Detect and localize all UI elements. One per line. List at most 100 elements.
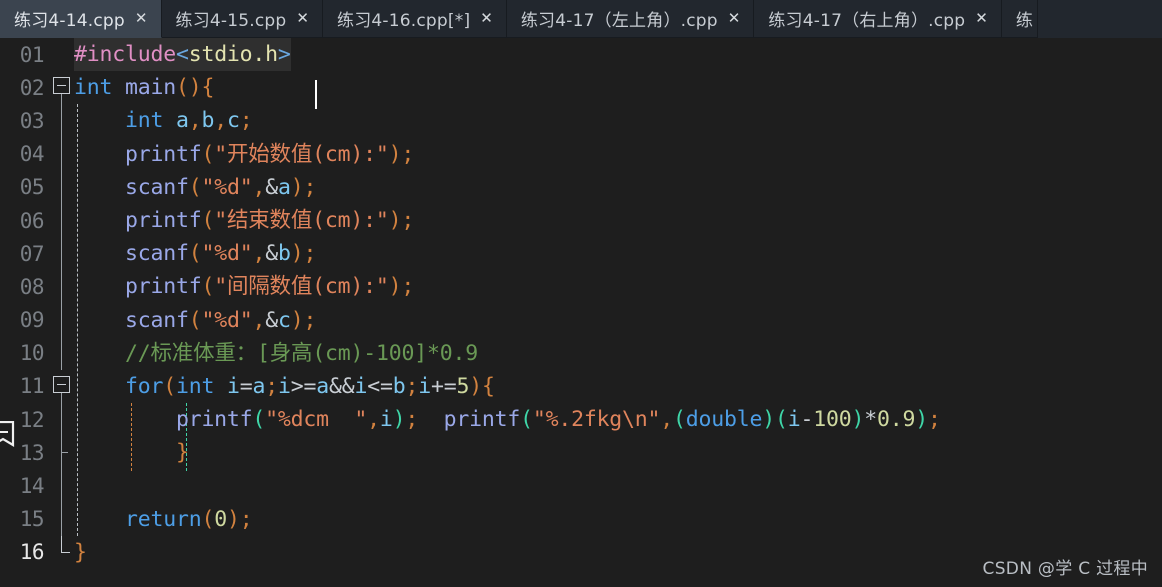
tab-label: 练习4-17（左上角）.cpp bbox=[520, 11, 718, 31]
tab-close-icon[interactable]: ✕ bbox=[728, 11, 741, 26]
editor-tab-1[interactable]: 练习4-14.cpp ✕ bbox=[0, 0, 162, 38]
line-number: 15 bbox=[19, 507, 45, 532]
fold-collapse-icon[interactable] bbox=[53, 77, 70, 95]
code-line[interactable]: 05 scanf("%d",&a); bbox=[0, 170, 1162, 204]
fold-column[interactable] bbox=[52, 270, 74, 304]
fold-column[interactable] bbox=[52, 170, 74, 204]
code-content[interactable]: scanf("%d",&a); bbox=[74, 171, 1162, 204]
line-number: 06 bbox=[19, 208, 45, 233]
code-text: int a,b,c; bbox=[124, 108, 253, 134]
code-line[interactable]: 03 int a,b,c; bbox=[0, 104, 1162, 138]
fold-column[interactable] bbox=[52, 303, 74, 337]
line-number: 01 bbox=[19, 42, 45, 67]
fold-stem bbox=[61, 469, 62, 503]
code-content[interactable]: printf("开始数值(cm):"); bbox=[74, 138, 1162, 171]
code-content[interactable]: scanf("%d",&b); bbox=[74, 237, 1162, 270]
editor-tab-5[interactable]: 练习4-17（右上角）.cpp ✕ bbox=[754, 0, 1002, 38]
fold-column[interactable] bbox=[52, 370, 74, 404]
tab-close-icon[interactable]: ✕ bbox=[135, 11, 148, 26]
code-content[interactable]: int a,b,c; bbox=[74, 104, 1162, 137]
code-text: return(0); bbox=[124, 506, 253, 532]
fold-column[interactable] bbox=[52, 403, 74, 437]
tab-close-icon[interactable]: ✕ bbox=[296, 11, 309, 26]
code-line[interactable]: 04 printf("开始数值(cm):"); bbox=[0, 137, 1162, 171]
line-number: 02 bbox=[19, 75, 45, 100]
code-content[interactable]: printf("间隔数值(cm):"); bbox=[74, 270, 1162, 303]
code-line[interactable]: 15 return(0); bbox=[0, 502, 1162, 536]
fold-stem bbox=[61, 403, 62, 437]
editor-tab-3[interactable]: 练习4-16.cpp[*] ✕ bbox=[323, 0, 507, 38]
code-content[interactable]: } bbox=[74, 436, 1162, 469]
code-line[interactable]: 12 printf("%dcm ",i); printf("%.2fkg\n",… bbox=[0, 403, 1162, 437]
line-number: 10 bbox=[19, 341, 45, 366]
code-text: for(int i=a;i>=a&&i<=b;i+=5){ bbox=[124, 373, 495, 399]
code-line[interactable]: 09 scanf("%d",&c); bbox=[0, 303, 1162, 337]
fold-column[interactable] bbox=[52, 502, 74, 536]
fold-stem bbox=[61, 203, 62, 238]
code-text: printf("开始数值(cm):"); bbox=[124, 141, 415, 167]
tab-close-icon[interactable]: ✕ bbox=[480, 11, 493, 26]
code-lines[interactable]: 01 #include<stdio.h> 02 int main(){03 int a… bbox=[0, 38, 1162, 569]
code-line[interactable]: 07 scanf("%d",&b); bbox=[0, 237, 1162, 271]
tab-label: 练 bbox=[1015, 11, 1034, 31]
code-line[interactable]: 11 for(int i=a;i>=a&&i<=b;i+=5){ bbox=[0, 370, 1162, 404]
tab-label: 练习4-15.cpp bbox=[175, 11, 287, 31]
fold-stem bbox=[61, 137, 62, 171]
fold-region-end-tick bbox=[61, 452, 68, 454]
tab-label: 练习4-14.cpp bbox=[14, 11, 125, 31]
bookmark-icon[interactable] bbox=[0, 421, 17, 449]
editor-tab-bar: 练习4-14.cpp ✕ 练习4-15.cpp ✕ 练习4-16.cpp[*] ✕ 练习4-… bbox=[0, 0, 1162, 38]
line-number: 11 bbox=[19, 374, 45, 399]
code-content[interactable]: scanf("%d",&c); bbox=[74, 304, 1162, 337]
line-number: 04 bbox=[19, 142, 45, 167]
code-editor[interactable]: 01 #include<stdio.h> 02 int main(){03 int a… bbox=[0, 38, 1162, 587]
code-line[interactable]: 13 } bbox=[0, 436, 1162, 470]
fold-collapse-icon[interactable] bbox=[53, 375, 70, 393]
code-text: scanf("%d",&b); bbox=[124, 241, 317, 267]
code-content[interactable]: return(0); bbox=[74, 503, 1162, 536]
code-text: } bbox=[175, 440, 189, 466]
code-content[interactable]: #include<stdio.h> bbox=[74, 38, 1162, 72]
code-content[interactable]: printf("%dcm ",i); printf("%.2fkg\n",(do… bbox=[74, 403, 1162, 436]
fold-column[interactable] bbox=[52, 137, 74, 171]
code-content[interactable]: //标准体重：[身高(cm)-100]*0.9 bbox=[74, 337, 1162, 370]
fold-column[interactable] bbox=[52, 436, 74, 470]
code-content[interactable]: for(int i=a;i>=a&&i<=b;i+=5){ bbox=[74, 370, 1162, 403]
fold-column[interactable] bbox=[52, 469, 74, 503]
line-number: 03 bbox=[19, 108, 45, 133]
code-content[interactable]: int main(){ bbox=[74, 71, 1162, 104]
tab-label: 练习4-17（右上角）.cpp bbox=[768, 11, 966, 31]
code-line[interactable]: 02 int main(){ bbox=[0, 71, 1162, 106]
fold-column[interactable] bbox=[52, 71, 74, 106]
code-line[interactable]: 10 //标准体重：[身高(cm)-100]*0.9 bbox=[0, 336, 1162, 370]
line-number: 08 bbox=[19, 274, 45, 299]
fold-column[interactable] bbox=[52, 336, 74, 370]
code-line[interactable]: 14 bbox=[0, 469, 1162, 503]
fold-stem bbox=[61, 170, 62, 204]
code-line[interactable]: 08 printf("间隔数值(cm):"); bbox=[0, 270, 1162, 304]
code-line[interactable]: 01 #include<stdio.h> bbox=[0, 38, 1162, 72]
fold-column[interactable] bbox=[52, 104, 74, 138]
line-number: 07 bbox=[19, 241, 45, 266]
tab-label: 练习4-16.cpp[*] bbox=[337, 11, 471, 31]
fold-column[interactable] bbox=[52, 38, 74, 71]
code-line[interactable]: 06 printf("结束数值(cm):"); bbox=[0, 203, 1162, 238]
code-content[interactable]: printf("结束数值(cm):"); bbox=[74, 204, 1162, 237]
fold-stem bbox=[61, 270, 62, 304]
line-number: 05 bbox=[19, 175, 45, 200]
line-number: 14 bbox=[19, 474, 45, 499]
fold-column[interactable] bbox=[52, 535, 74, 569]
editor-tab-6[interactable]: 练 bbox=[1001, 0, 1039, 38]
code-content[interactable] bbox=[74, 469, 1162, 502]
text-caret bbox=[315, 80, 317, 109]
code-text: printf("结束数值(cm):"); bbox=[124, 207, 415, 233]
fold-stem bbox=[61, 104, 62, 138]
editor-tab-4[interactable]: 练习4-17（左上角）.cpp ✕ bbox=[506, 0, 755, 38]
fold-column[interactable] bbox=[52, 203, 74, 238]
tab-close-icon[interactable]: ✕ bbox=[975, 11, 988, 26]
code-text: scanf("%d",&c); bbox=[124, 307, 317, 333]
fold-stem bbox=[61, 237, 62, 271]
fold-stem bbox=[61, 336, 62, 370]
editor-tab-2[interactable]: 练习4-15.cpp ✕ bbox=[161, 0, 323, 38]
fold-column[interactable] bbox=[52, 237, 74, 271]
